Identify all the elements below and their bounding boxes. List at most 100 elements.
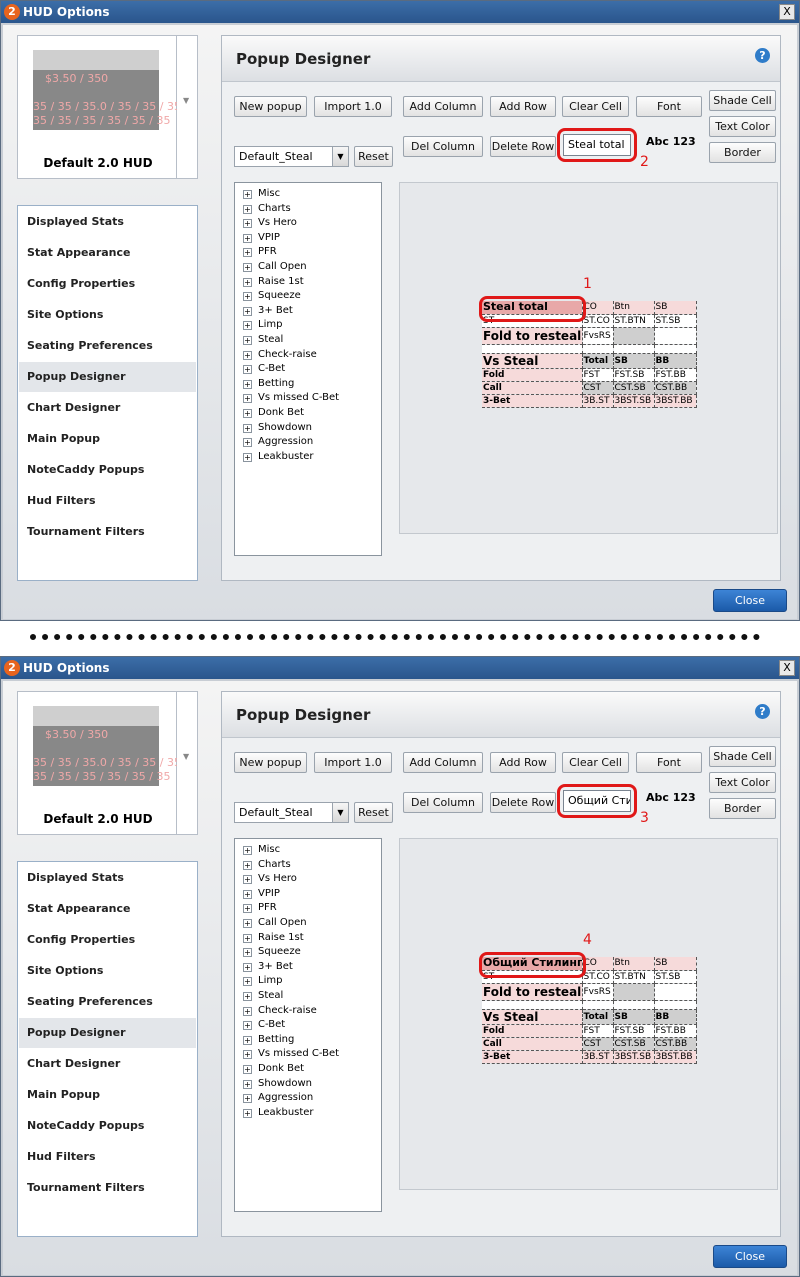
expand-icon[interactable]: +	[243, 1065, 252, 1074]
expand-icon[interactable]: +	[243, 875, 252, 885]
table-cell[interactable]: ST.SB	[654, 970, 697, 984]
nav-item[interactable]: Hud Filters	[19, 486, 196, 516]
clear-cell-button[interactable]: Clear Cell	[562, 752, 629, 773]
table-cell[interactable]: SB	[654, 301, 697, 315]
expand-icon[interactable]: +	[243, 394, 252, 404]
table-cell[interactable]: Call	[482, 381, 583, 395]
hud-selector-dropdown[interactable]: ▼	[177, 35, 198, 179]
expand-icon[interactable]: +	[243, 962, 252, 972]
new-popup-button[interactable]: New popup	[234, 96, 307, 117]
nav-item[interactable]: NoteCaddy Popups	[19, 455, 196, 485]
tree-item[interactable]: + Donk Bet	[243, 1062, 304, 1076]
add-column-button[interactable]: Add Column	[403, 96, 483, 117]
table-cell[interactable]: CST.BB	[654, 381, 697, 395]
table-cell[interactable]: 3BST.SB	[613, 394, 655, 408]
tree-item[interactable]: + Vs missed C-Bet	[243, 391, 339, 405]
nav-item[interactable]: Main Popup	[19, 424, 196, 454]
clear-cell-button[interactable]: Clear Cell	[562, 96, 629, 117]
import-button[interactable]: Import 1.0	[314, 752, 392, 773]
table-cell[interactable]	[613, 1000, 655, 1010]
tree-item[interactable]: + Donk Bet	[243, 406, 304, 420]
tree-item[interactable]: + C-Bet	[243, 362, 285, 376]
table-cell[interactable]: Vs Steal	[482, 353, 583, 369]
table-cell[interactable]: FST.BB	[654, 368, 697, 382]
expand-icon[interactable]: +	[243, 919, 252, 928]
table-cell[interactable]: 3-Bet	[482, 1050, 583, 1064]
table-cell[interactable]	[613, 344, 655, 354]
expand-icon[interactable]: +	[243, 1006, 252, 1016]
table-cell[interactable]: CST.BB	[654, 1037, 697, 1051]
table-cell[interactable]: Call	[482, 1037, 583, 1051]
expand-icon[interactable]: +	[243, 336, 252, 345]
expand-icon[interactable]: +	[243, 889, 252, 899]
table-cell[interactable]: FvsRS	[582, 983, 614, 1001]
expand-icon[interactable]: +	[243, 846, 252, 855]
reset-button[interactable]: Reset	[354, 146, 393, 167]
border-button[interactable]: Border	[709, 142, 776, 163]
new-popup-button[interactable]: New popup	[234, 752, 307, 773]
close-button[interactable]: Close	[713, 589, 787, 612]
tree-item[interactable]: + Call Open	[243, 260, 307, 274]
expand-icon[interactable]: +	[243, 219, 252, 229]
nav-item[interactable]: Site Options	[19, 300, 196, 330]
nav-item[interactable]: Tournament Filters	[19, 517, 196, 547]
expand-icon[interactable]: +	[243, 190, 252, 199]
add-row-button[interactable]: Add Row	[490, 752, 556, 773]
nav-item[interactable]: Site Options	[19, 956, 196, 986]
nav-item[interactable]: Seating Preferences	[19, 331, 196, 361]
table-cell[interactable]: SB	[613, 353, 655, 369]
table-cell[interactable]	[613, 983, 655, 1001]
add-column-button[interactable]: Add Column	[403, 752, 483, 773]
shade-cell-button[interactable]: Shade Cell	[709, 90, 776, 111]
table-cell[interactable]: Btn	[613, 301, 655, 315]
expand-icon[interactable]: +	[243, 409, 252, 418]
table-cell[interactable]: CO	[582, 957, 614, 971]
table-cell[interactable]: Total	[582, 353, 614, 369]
expand-icon[interactable]: +	[243, 350, 252, 360]
expand-icon[interactable]: +	[243, 365, 252, 375]
table-cell[interactable]: Total	[582, 1009, 614, 1025]
nav-item[interactable]: Displayed Stats	[19, 863, 196, 893]
expand-icon[interactable]: +	[243, 452, 252, 462]
window-close-button[interactable]: X	[779, 4, 795, 20]
table-cell[interactable]	[654, 1000, 697, 1010]
table-cell[interactable]: 3BST.BB	[654, 394, 697, 408]
expand-icon[interactable]: +	[243, 933, 252, 943]
table-cell[interactable]: Vs Steal	[482, 1009, 583, 1025]
expand-icon[interactable]: +	[243, 1021, 252, 1031]
nav-item[interactable]: Popup Designer	[19, 1018, 196, 1048]
tree-item[interactable]: + Steal	[243, 333, 283, 347]
tree-item[interactable]: + Charts	[243, 202, 291, 216]
table-cell[interactable]	[482, 344, 583, 354]
table-cell[interactable]: Fold	[482, 368, 583, 382]
nav-item[interactable]: Hud Filters	[19, 1142, 196, 1172]
tree-item[interactable]: + Showdown	[243, 421, 312, 435]
nav-item[interactable]: Stat Appearance	[19, 894, 196, 924]
del-column-button[interactable]: Del Column	[403, 792, 483, 813]
tree-item[interactable]: +3+ Bet	[243, 960, 293, 974]
expand-icon[interactable]: +	[243, 321, 252, 331]
expand-icon[interactable]: +	[243, 948, 252, 958]
tree-item[interactable]: + Limp	[243, 318, 282, 332]
expand-icon[interactable]: +	[243, 1108, 252, 1118]
expand-icon[interactable]: +	[243, 860, 252, 870]
chevron-down-icon[interactable]: ▼	[332, 147, 348, 166]
table-cell[interactable]: ST.BTN	[613, 314, 655, 328]
tree-item[interactable]: + Raise 1st	[243, 931, 304, 945]
tree-item[interactable]: + Squeeze	[243, 945, 301, 959]
table-cell[interactable]	[582, 1000, 614, 1010]
tree-item[interactable]: + PFR	[243, 901, 277, 915]
nav-item[interactable]: Displayed Stats	[19, 207, 196, 237]
table-cell[interactable]: ST.CO	[582, 314, 614, 328]
nav-item[interactable]: Config Properties	[19, 269, 196, 299]
table-cell[interactable]: FST.SB	[613, 368, 655, 382]
table-cell[interactable]: FvsRS	[582, 327, 614, 345]
table-cell[interactable]	[582, 344, 614, 354]
tree-item[interactable]: + PFR	[243, 245, 277, 259]
nav-item[interactable]: Chart Designer	[19, 393, 196, 423]
table-cell[interactable]: FST	[582, 1024, 614, 1038]
table-cell[interactable]: Fold	[482, 1024, 583, 1038]
tree-item[interactable]: + Vs Hero	[243, 216, 297, 230]
tree-item[interactable]: + VPIP	[243, 887, 280, 901]
add-row-button[interactable]: Add Row	[490, 96, 556, 117]
